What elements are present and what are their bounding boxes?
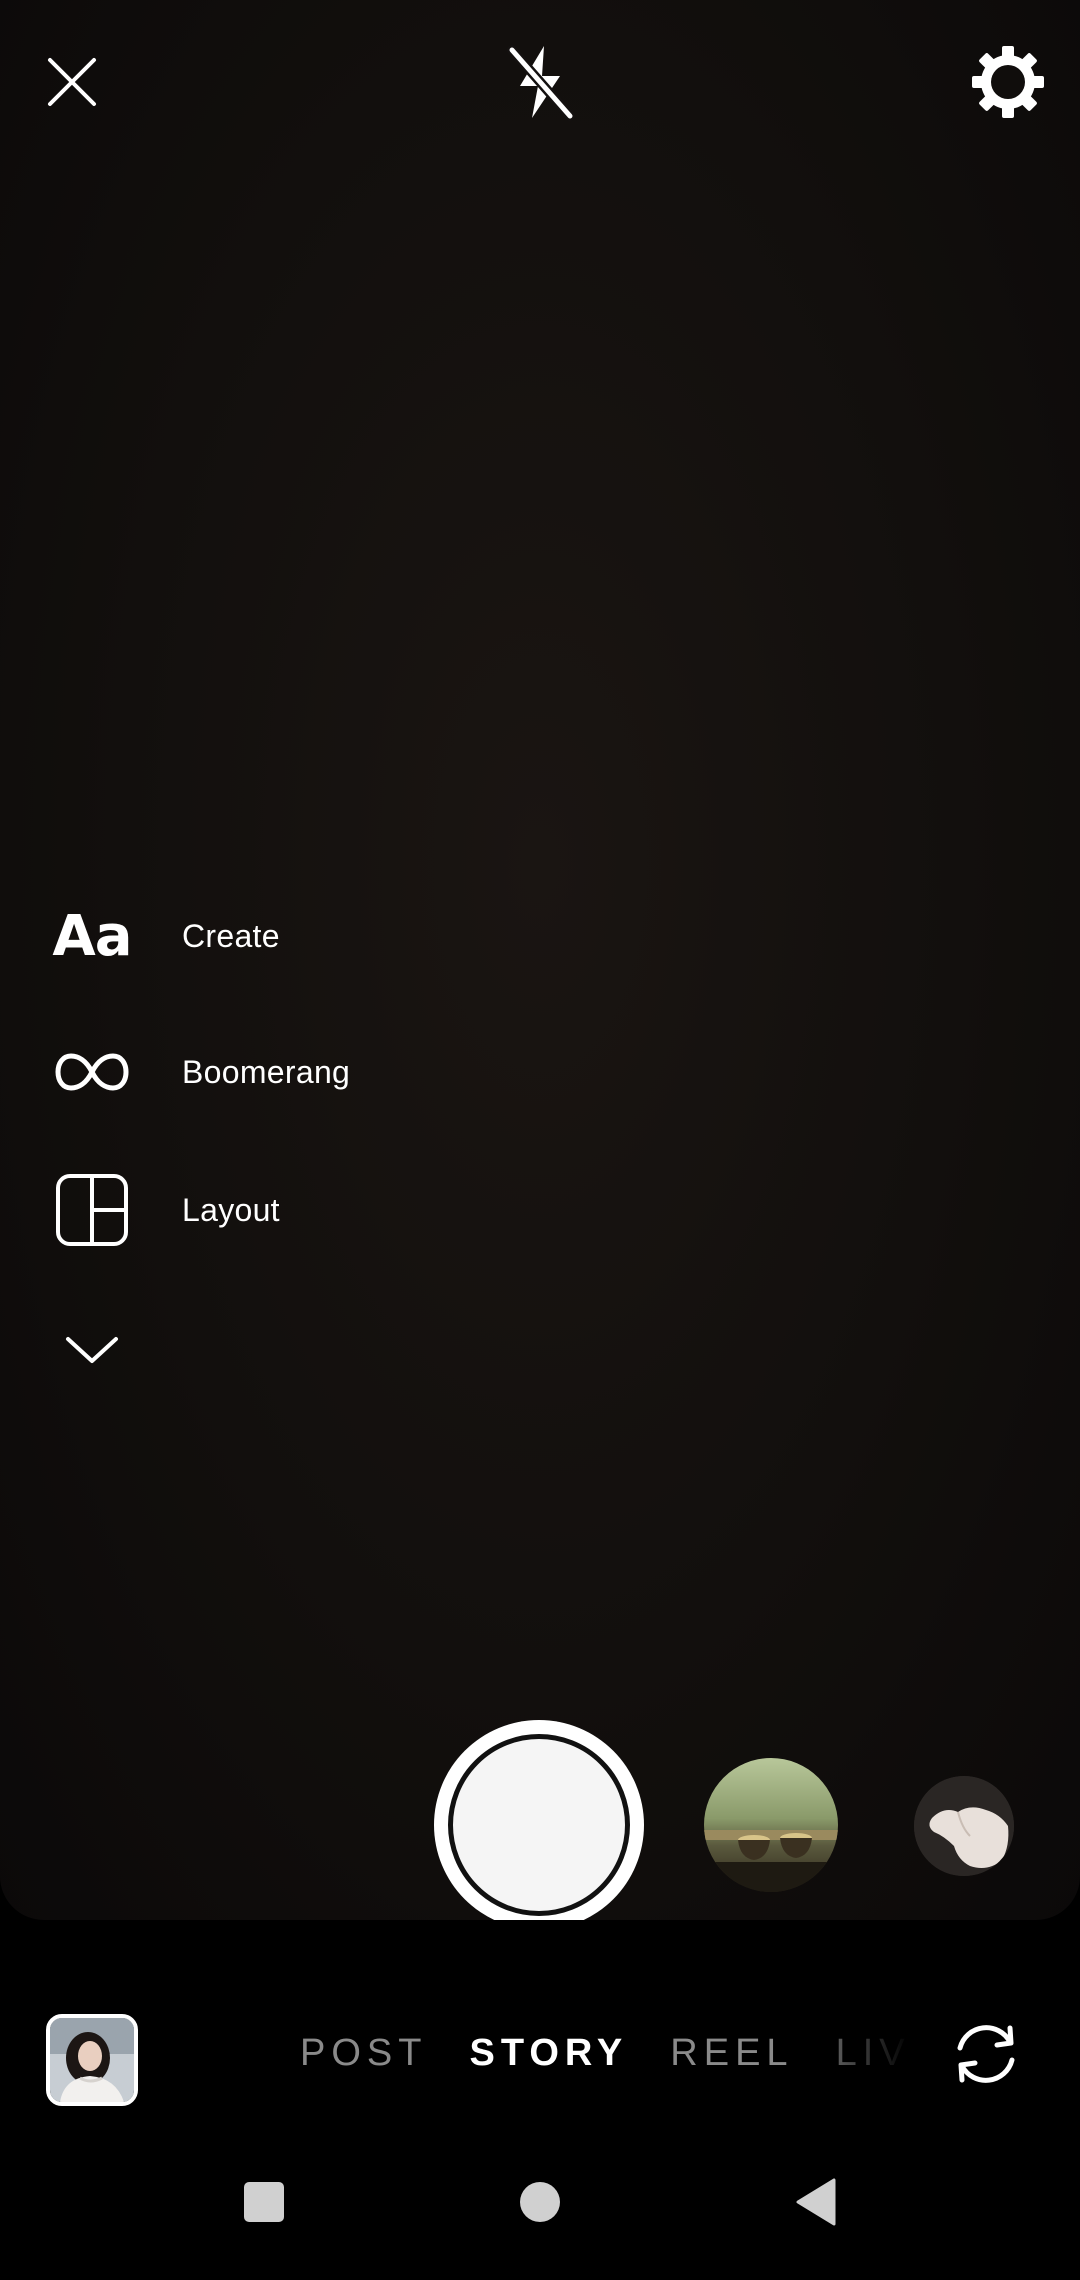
camera-viewfinder[interactable]: Aa Create Boomerang Layout — [0, 0, 1080, 1920]
mode-live[interactable]: LIVE — [836, 2032, 910, 2075]
chevron-down-icon[interactable] — [50, 1308, 134, 1392]
shutter-button[interactable] — [434, 1720, 644, 1920]
tool-create[interactable]: Aa Create — [0, 886, 280, 986]
gallery-thumbnail[interactable] — [46, 2014, 138, 2106]
triangle-back-icon[interactable] — [788, 2174, 844, 2230]
system-nav-bar — [0, 2120, 1080, 2280]
tool-layout-label: Layout — [182, 1191, 280, 1228]
text-aa-icon: Aa — [52, 903, 132, 969]
effect-thumbnail-hand[interactable] — [914, 1776, 1014, 1876]
flip-camera-icon[interactable] — [946, 2012, 1026, 2096]
gear-icon[interactable] — [968, 42, 1048, 122]
tool-boomerang[interactable]: Boomerang — [0, 1022, 350, 1122]
flash-off-icon[interactable] — [500, 40, 580, 124]
square-icon[interactable] — [236, 2174, 292, 2230]
tool-layout[interactable]: Layout — [0, 1160, 280, 1260]
mode-post[interactable]: POST — [300, 2032, 427, 2075]
close-icon[interactable] — [40, 50, 104, 114]
infinity-icon — [50, 1030, 134, 1114]
camera-mode-selector[interactable]: POST STORY REEL LIVE — [280, 2018, 910, 2088]
camera-screen: Aa Create Boomerang Layout POST STORY RE… — [0, 0, 1080, 2280]
tool-more[interactable] — [0, 1300, 134, 1400]
shutter-inner — [448, 1734, 630, 1916]
layout-grid-icon — [50, 1168, 134, 1252]
bottom-mode-bar: POST STORY REEL LIVE — [0, 1920, 1080, 2120]
tool-create-label: Create — [182, 917, 280, 954]
tool-boomerang-label: Boomerang — [182, 1053, 351, 1090]
mode-reel[interactable]: REEL — [670, 2032, 793, 2075]
mode-story[interactable]: STORY — [469, 2032, 628, 2075]
effect-thumbnail-cups[interactable] — [704, 1758, 838, 1892]
circle-icon[interactable] — [512, 2174, 568, 2230]
